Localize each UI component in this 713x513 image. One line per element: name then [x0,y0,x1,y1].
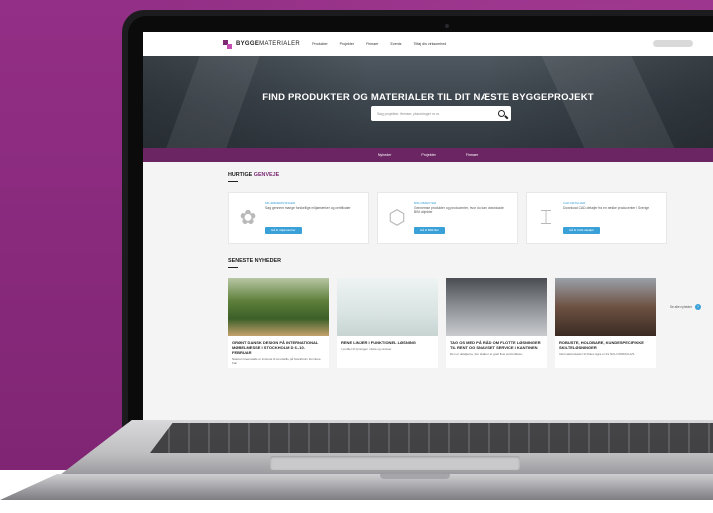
news-image [446,278,547,336]
shortcuts-section: HURTIGE GENVEJE ✿ Miljømærkninger Søg ge… [143,162,713,368]
subnav-item-nyheder[interactable]: Nyheder [378,153,392,157]
nav-item-projekter[interactable]: Projekter [340,42,354,46]
laptop-front-edge [0,474,713,500]
logo[interactable]: BYGGEMATERIALER [236,41,300,47]
news-image [555,278,656,336]
title-underline [228,181,238,182]
news-cards: GRØNT DANSK DESIGN PÅ INTERNATIONAL MØBE… [228,278,713,368]
camera-icon [445,24,449,28]
news-text: Den er detaljerne, der skaber et godt fl… [450,352,523,356]
laptop-trackpad [270,456,520,470]
cube-icon: ⬡ [388,207,406,229]
shortcut-card: ✿ Miljømærkninger Søg gennem mange forsk… [228,192,369,244]
top-navigation: BYGGEMATERIALER Produkter Projekter Firm… [143,32,713,56]
news-text: Informationstavler til Rolex Agra er fra… [559,352,635,356]
news-text: Naturel Greenwalls er inviteret til at u… [232,357,321,365]
news-image [337,278,438,336]
shortcuts-title: HURTIGE GENVEJE [228,172,280,178]
cad-icon: ⌶ [540,207,552,229]
news-card[interactable]: GRØNT DANSK DESIGN PÅ INTERNATIONAL MØBE… [228,278,329,368]
logo-icon [223,39,232,49]
subnav-item-projekter[interactable]: Projekter [421,153,435,157]
news-card[interactable]: TAG OS MED PÅ RÅD OM FLOTTE LØSNINGER TI… [446,278,547,368]
shortcut-card: ⌶ CAD-detaljer Download CAD-detaljer fra… [526,192,667,244]
news-title[interactable]: RENE LINJER I FUNKTIONEL LØSNING [337,336,438,345]
news-title: SENESTE NYHEDER [228,258,282,264]
shortcut-button[interactable]: Gå til miljømærker [265,227,302,234]
flower-icon: ✿ [239,207,257,229]
search-icon[interactable] [498,109,506,118]
see-all-label: Se alle nyheder [669,305,692,309]
hero-title: FIND PRODUKTER OG MATERIALER TIL DIT NÆS… [262,92,594,103]
shortcut-button[interactable]: Gå til CAD-detaljer [563,227,601,234]
shortcut-label: CAD-detaljer [563,201,586,205]
shortcut-label: Miljømærkninger [265,201,296,205]
nav-item-add-company[interactable]: Tilføj din virksomhed [413,42,446,46]
see-all-news-link[interactable]: Se alle nyheder › [670,304,701,310]
laptop-notch [380,474,450,479]
news-card[interactable]: ROBUSTE, HOLDBARE, KUNDESPECIFIKKE SKILT… [555,278,656,368]
title-underline [228,267,238,268]
sub-navigation: Nyheder Projekter Firmaer [143,148,713,162]
news-card[interactable]: RENE LINJER I FUNKTIONEL LØSNING I profi… [337,278,438,368]
nav-item-produkter[interactable]: Produkter [312,42,328,46]
news-image [228,278,329,336]
laptop-keyboard [150,423,713,453]
news-header: SENESTE NYHEDER [228,244,713,264]
nav-search-input[interactable] [653,40,693,47]
nav-item-events[interactable]: Events [390,42,401,46]
shortcut-text: Download CAD-detaljer fra en række produ… [563,206,650,210]
subnav-item-firmaer[interactable]: Firmaer [466,153,478,157]
nav-item-firmaer[interactable]: Firmaer [366,42,378,46]
news-text: I profiler til fyrningen i døre og vindu… [341,347,392,351]
hero-search-input[interactable]: Søg projekter, firmaer, placeringer m.m. [371,112,498,116]
hero-banner: FIND PRODUKTER OG MATERIALER TIL DIT NÆS… [143,56,713,148]
laptop-screen: BYGGEMATERIALER Produkter Projekter Firm… [143,32,713,424]
news-title[interactable]: ROBUSTE, HOLDBARE, KUNDESPECIFIKKE SKILT… [555,336,656,350]
shortcut-cards: ✿ Miljømærkninger Søg gennem mange forsk… [228,192,713,244]
shortcut-button[interactable]: Gå til BIM-filer [414,227,446,234]
hero-search-box[interactable]: Søg projekter, firmaer, placeringer m.m. [371,106,511,121]
arrow-right-icon: › [695,304,701,310]
shortcut-label: BIM-objekter [414,201,437,205]
news-title[interactable]: GRØNT DANSK DESIGN PÅ INTERNATIONAL MØBE… [228,336,329,355]
shortcut-card: ⬡ BIM-objekter Gennemse produkter og pro… [377,192,518,244]
news-title[interactable]: TAG OS MED PÅ RÅD OM FLOTTE LØSNINGER TI… [446,336,547,350]
shortcut-text: Gennemse produkter og producenter, hvor … [414,206,504,214]
shortcut-text: Søg gennem mange forskellige miljømærker… [265,206,351,210]
